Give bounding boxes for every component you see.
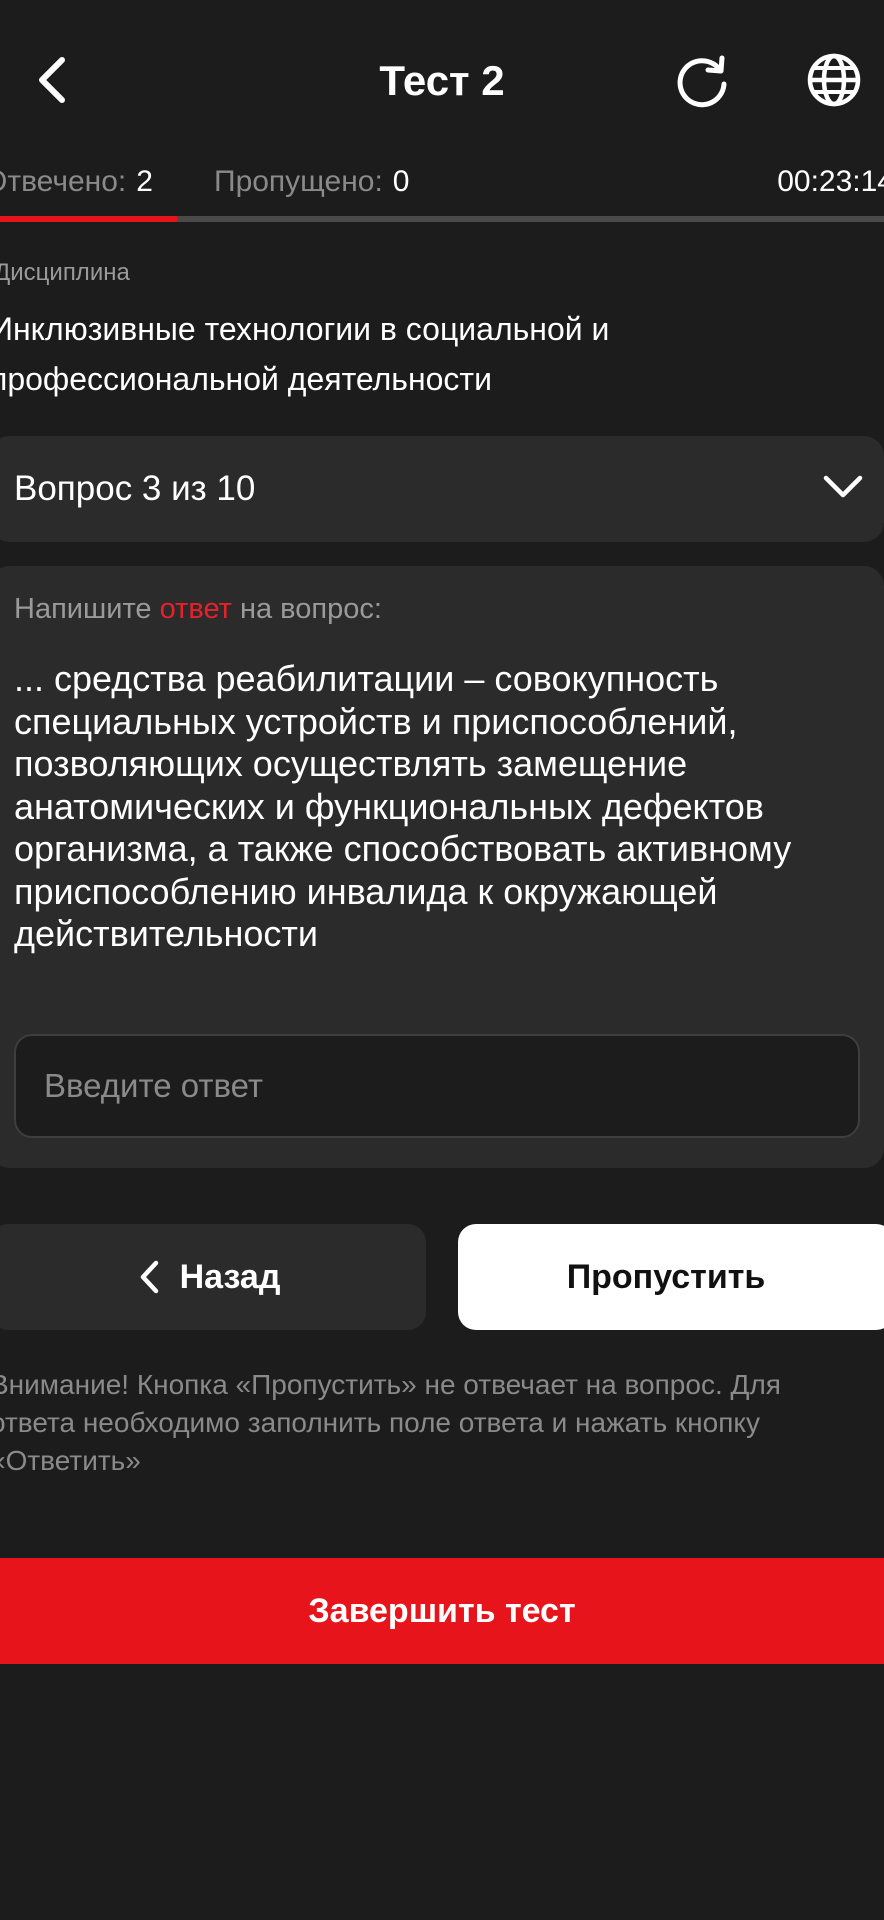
skip-label: Пропустить (566, 1257, 766, 1296)
skipped-label: Пропущено: (214, 165, 383, 198)
top-bar: Тест 2 (0, 0, 884, 160)
finish-test-button[interactable]: Завершить тест (0, 1558, 884, 1664)
answered-label: Отвечено: (0, 165, 127, 198)
skip-notice: Внимание! Кнопка «Пропустить» не отвечае… (0, 1369, 781, 1476)
progress-fill (0, 216, 177, 222)
timer: 00:23:14 (777, 165, 884, 198)
prompt-accent: ответ (159, 593, 232, 625)
finish-test-label: Завершить тест (308, 1591, 576, 1630)
back-nav-label: Назад (179, 1257, 281, 1296)
chevron-down-icon (823, 475, 863, 498)
skip-button[interactable]: Пропустить (458, 1224, 884, 1330)
globe-icon (807, 53, 861, 107)
prompt-text-after: на вопрос: (231, 593, 382, 625)
question-number: Вопрос 3 из 10 (14, 469, 256, 508)
language-button[interactable] (804, 50, 864, 110)
back-nav-button[interactable]: Назад (0, 1224, 426, 1330)
skipped-value: 0 (392, 165, 410, 198)
chevron-left-icon (140, 1260, 158, 1294)
progress-bar (0, 216, 884, 222)
skipped-count: Пропущено: 0 (214, 162, 409, 202)
question-text: ... средства реабилитации – совокупность… (14, 658, 792, 954)
prompt-text-before: Напишите (14, 593, 160, 625)
page-title: Тест 2 (379, 57, 505, 104)
answered-count: Отвечено: 2 (0, 162, 153, 202)
answered-value: 2 (136, 165, 153, 198)
question-card: Напишите ответ на вопрос: ... средства р… (0, 566, 884, 1168)
question-prompt: Напишите ответ на вопрос: (14, 590, 382, 628)
refresh-button[interactable] (672, 52, 732, 112)
refresh-icon (677, 55, 727, 108)
discipline-name: Инклюзивные технологии в социальной и пр… (0, 311, 610, 397)
question-selector[interactable]: Вопрос 3 из 10 (0, 436, 884, 542)
answer-input[interactable] (14, 1034, 860, 1138)
discipline-label: Дисциплина (0, 259, 130, 286)
